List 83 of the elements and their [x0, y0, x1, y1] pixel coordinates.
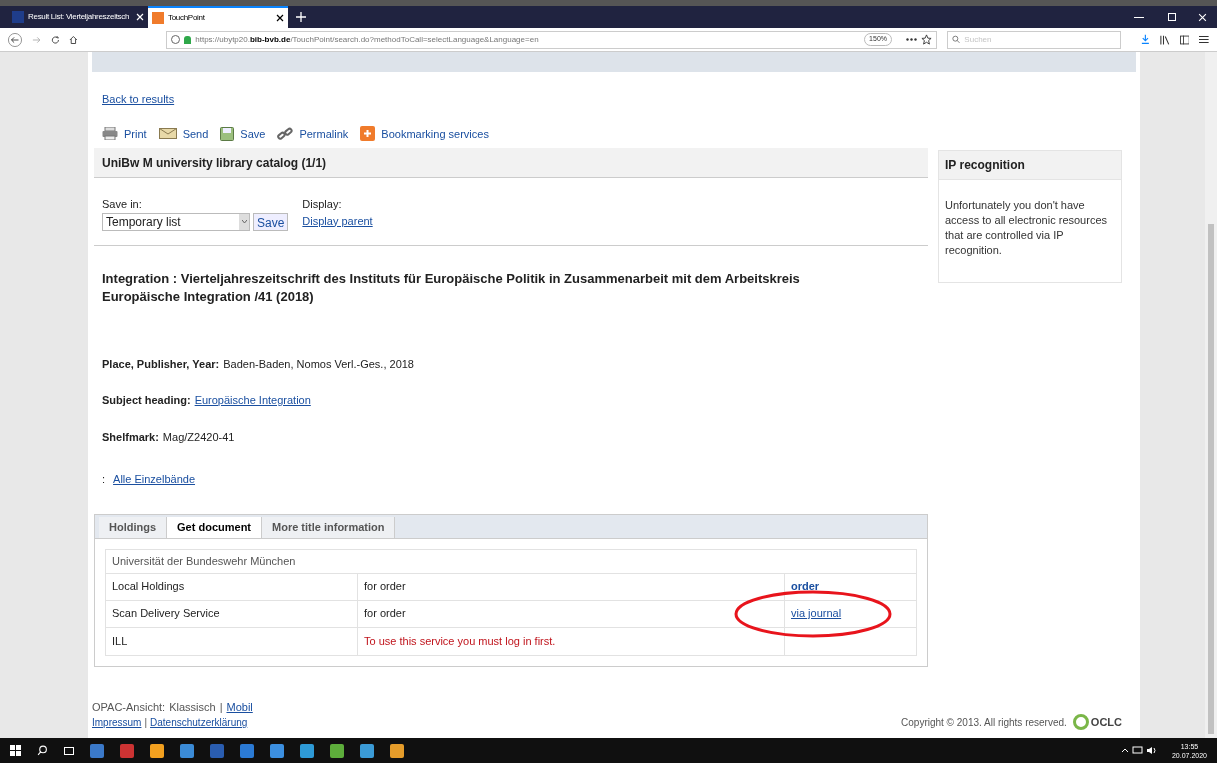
sidebar-header: IP recognition — [938, 150, 1122, 180]
service-cell: Scan Delivery Service — [106, 600, 358, 627]
volumes-prefix: : — [102, 472, 106, 487]
back-link[interactable]: Back to results — [102, 91, 175, 108]
order-link[interactable]: via journal — [791, 605, 842, 622]
search-icon — [952, 35, 961, 44]
sidebar-icon[interactable] — [1179, 34, 1190, 45]
back-icon[interactable] — [8, 31, 22, 48]
taskbar-app-icon[interactable] — [90, 743, 104, 758]
chain-link-icon — [277, 126, 294, 141]
status-cell: for order — [358, 573, 785, 600]
library-name: Universität der Bundeswehr München — [106, 549, 916, 574]
footer-link[interactable]: Datenschutzerklärung — [150, 715, 248, 730]
catalog-header: UniBw M university library catalog (1/1) — [94, 148, 928, 178]
display-label: Display: — [302, 197, 343, 212]
restore-icon[interactable] — [1168, 13, 1176, 21]
more-icon[interactable] — [906, 38, 917, 41]
task-view-icon[interactable] — [64, 746, 74, 755]
mobile-link[interactable]: Mobil — [226, 698, 253, 715]
site-icon — [12, 11, 24, 23]
close-icon[interactable] — [276, 14, 284, 22]
new-tab-icon[interactable] — [296, 12, 306, 22]
site-icon — [152, 12, 164, 24]
printer-icon — [102, 127, 118, 141]
caret-icon — [241, 220, 247, 223]
toolbar-link[interactable]: Save — [220, 125, 266, 142]
list-dropdown[interactable]: Temporary list — [102, 212, 250, 231]
taskbar-app-icon[interactable] — [180, 743, 194, 758]
volumes-link[interactable]: Alle Einzelbände — [113, 471, 195, 488]
tray-icons[interactable] — [1121, 746, 1156, 755]
sidebar-text: Unfortunately you don't have access to all electronic resources that are controlled via IP recognition. — [938, 180, 1122, 283]
lock-icon — [184, 35, 192, 44]
view-label: OPAC-Ansicht: — [92, 699, 166, 715]
library-icon[interactable] — [1160, 34, 1170, 45]
download-icon[interactable] — [1141, 34, 1151, 45]
oclc-logo: OCLC — [1072, 713, 1122, 730]
taskbar-app-icon[interactable] — [240, 743, 254, 758]
taskbar-app-icon[interactable] — [270, 743, 284, 758]
footer-link[interactable]: Impressum — [92, 715, 142, 730]
separator: | — [144, 716, 148, 730]
taskbar-app-icon[interactable] — [360, 743, 374, 758]
taskbar-app-icon[interactable] — [120, 743, 134, 758]
menu-icon[interactable] — [1199, 35, 1210, 44]
service-cell: ILL — [106, 627, 358, 655]
toolbar-link[interactable]: Print — [102, 125, 147, 142]
field-link[interactable]: Europäische Integration — [194, 392, 311, 409]
taskbar-app-icon[interactable] — [150, 743, 164, 758]
search-icon[interactable] — [37, 745, 48, 756]
field-label: Shelfmark: — [102, 429, 159, 445]
tab[interactable]: Get document — [167, 516, 262, 538]
plus-icon — [360, 126, 376, 142]
envelope-icon — [158, 128, 177, 140]
separator: | — [219, 699, 223, 715]
tab[interactable]: More title information — [262, 516, 396, 538]
record-title: Integration : Vierteljahreszeitschrift des Instituts für Europäische Politik in Zusammenarbeit mit dem Arbeitskreis Europäische Integration /41 (2018) — [102, 269, 801, 306]
tab[interactable]: Holdings — [99, 516, 168, 538]
taskbar-app-icon[interactable] — [390, 743, 404, 758]
toolbar-link[interactable]: Bookmarking services — [360, 125, 489, 142]
windows-icon[interactable] — [10, 745, 21, 756]
save-button[interactable]: Save — [253, 212, 289, 231]
toolbar-link[interactable]: Send — [158, 125, 209, 142]
service-cell: Local Holdings — [106, 573, 358, 600]
taskbar-app-icon[interactable] — [300, 743, 314, 758]
scrollbar[interactable] — [1205, 52, 1217, 738]
minimize-icon[interactable] — [1134, 16, 1144, 18]
field-value: Mag/Z2420-41 — [162, 429, 235, 445]
field-label: Subject heading: — [102, 393, 191, 408]
url-text: https://ubytp20.bib-bvb.de/TouchPoint/search.do?methodToCall=selectLanguage&Language=en — [195, 33, 539, 46]
reload-icon[interactable] — [50, 34, 60, 45]
order-link[interactable]: order — [791, 578, 820, 595]
save-in-label: Save in: — [102, 197, 143, 212]
view-current: Klassisch — [169, 699, 216, 715]
taskbar-app-icon[interactable] — [330, 743, 344, 758]
status-cell: for order — [358, 600, 785, 627]
home-icon[interactable] — [69, 34, 79, 45]
field-label: Place, Publisher, Year: — [102, 356, 220, 372]
copyright-text: Copyright © 2013. All rights reserved. — [901, 716, 1067, 730]
display-parent-link[interactable]: Display parent — [302, 212, 373, 229]
field-value: Baden-Baden, Nomos Verl.-Ges., 2018 — [223, 356, 414, 372]
star-icon[interactable] — [921, 34, 932, 45]
browser-tab[interactable]: TouchPoint — [148, 6, 288, 28]
status-cell: To use this service you must log in first. — [358, 627, 785, 655]
toolbar-link[interactable]: Permalink — [277, 125, 349, 142]
